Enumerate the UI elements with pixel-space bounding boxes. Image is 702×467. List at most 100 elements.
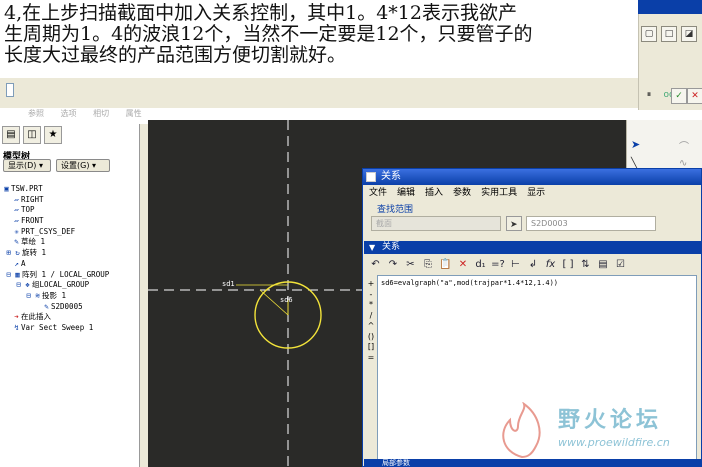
favorites-tab-icon[interactable]: ★	[44, 126, 62, 144]
dimension-sd1[interactable]: sd1	[222, 280, 235, 288]
operator-multiply[interactable]: *	[365, 300, 377, 311]
tree-item[interactable]: ⊟ ≋ 投影 1	[2, 291, 138, 302]
operator-column: + - * / ^ () [] =	[365, 279, 377, 363]
pattern-icon: ▦	[15, 269, 20, 279]
expand-icon[interactable]: ⊞	[4, 248, 13, 259]
operator-parens[interactable]: ()	[365, 332, 377, 343]
tree-item[interactable]: ✳ PRT_CSYS_DEF	[2, 227, 138, 238]
collapse-icon[interactable]: ⊟	[24, 291, 33, 302]
tree-item[interactable]: ▱ FRONT	[2, 216, 138, 227]
operator-brackets[interactable]: []	[365, 342, 377, 353]
operator-power[interactable]: ^	[365, 321, 377, 332]
delete-icon[interactable]: ✕	[455, 257, 472, 273]
sort-icon[interactable]: ⇅	[577, 257, 594, 273]
function-icon[interactable]: fx	[542, 257, 559, 273]
menu-file[interactable]: 文件	[369, 188, 387, 198]
evaluate-icon[interactable]: =?	[490, 257, 507, 273]
part-icon: ▣	[4, 184, 9, 193]
copy-icon[interactable]: ⎘	[420, 257, 437, 273]
confirm-check-icon[interactable]: ✓	[671, 88, 687, 104]
menu-parameters[interactable]: 参数	[453, 188, 471, 198]
settings-dropdown[interactable]: 设置(G) ▾	[56, 159, 110, 172]
insert-here-icon: ➔	[14, 312, 19, 322]
sweep-icon: ↯	[14, 322, 19, 332]
tree-item[interactable]: ▱ TOP	[2, 205, 138, 216]
arc-icon[interactable]: ⌒	[679, 138, 689, 153]
menu-insert[interactable]: 插入	[425, 188, 443, 198]
dimension-sd6[interactable]: sd6	[280, 296, 293, 304]
toolbar-button[interactable]: □	[661, 26, 677, 42]
model-tree-tab-icon[interactable]: ▤	[2, 126, 20, 144]
navigator-tabs: ▤ ◫ ★	[2, 126, 65, 146]
tab-references[interactable]: 参照	[28, 109, 44, 118]
tree-item[interactable]: ✎ S2D0005	[2, 302, 138, 313]
top-right-toolbar: ▢ □ ◪ ⏸ oo ✓ ✕	[638, 14, 702, 110]
datum-plane-icon: ▱	[14, 194, 19, 204]
select-pointer-icon[interactable]: ➤	[506, 216, 522, 231]
sketch-icon: ✎	[14, 237, 19, 247]
tree-item[interactable]: ⊟ ▦ 阵列 1 / LOCAL_GROUP	[2, 270, 138, 281]
dashboard-input[interactable]	[6, 83, 14, 97]
checkbox-icon[interactable]: ☑	[612, 257, 629, 273]
scope-field[interactable]: S2D0003	[526, 216, 656, 231]
insert-function-icon[interactable]: ↲	[525, 257, 542, 273]
menu-utilities[interactable]: 实用工具	[481, 188, 517, 198]
model-tree-panel: ▤ ◫ ★ 模型树 显示(D) ▾ 设置(G) ▾ ▣ TSW.PRT ▱ RIGHT …	[0, 124, 140, 467]
watermark-name: 野火论坛	[558, 408, 663, 433]
select-arrow-icon[interactable]: ➤	[631, 138, 640, 151]
dashboard-strip	[0, 78, 638, 108]
cut-icon[interactable]: ✂	[402, 257, 419, 273]
csys-icon: ✳	[14, 226, 19, 236]
operator-divide[interactable]: /	[365, 311, 377, 322]
pause-icon[interactable]: ⏸	[641, 88, 657, 104]
tree-item[interactable]: ▱ RIGHT	[2, 195, 138, 206]
folder-browser-tab-icon[interactable]: ◫	[23, 126, 41, 144]
switch-dimensions-icon[interactable]: d₁	[472, 257, 489, 273]
group-icon: ❖	[25, 280, 30, 290]
toolbar-button[interactable]: ◪	[681, 26, 697, 42]
tree-item[interactable]: ↯ Var Sect Sweep 1	[2, 323, 138, 334]
collapse-icon[interactable]: ⊟	[14, 280, 23, 291]
watermark-url: www.proewildfire.cn	[558, 436, 670, 449]
tree-item[interactable]: ▣ TSW.PRT	[2, 184, 138, 195]
tab-properties[interactable]: 属性	[126, 109, 142, 118]
panel-splitter[interactable]	[140, 124, 148, 467]
forum-watermark: 野火论坛 www.proewildfire.cn	[488, 398, 702, 467]
tab-options[interactable]: 选项	[61, 109, 77, 118]
show-dimension-icon[interactable]: ⊢	[507, 257, 524, 273]
operator-minus[interactable]: -	[365, 290, 377, 301]
dialog-icon	[366, 172, 376, 182]
tree-item[interactable]: ⊟ ❖ 组LOCAL_GROUP	[2, 280, 138, 291]
tree-item[interactable]: ✎ 草绘 1	[2, 237, 138, 248]
datum-axis-icon: ↗	[14, 258, 19, 268]
operator-equals[interactable]: =	[365, 353, 377, 364]
caption-line-2: 生周期为1。4的波浪12个，当然不一定要是12个，只要管子的	[4, 23, 533, 45]
flame-logo-icon	[502, 402, 541, 459]
sketch-feature-icon: ✎	[44, 301, 49, 311]
toolbar-button[interactable]: ▢	[641, 26, 657, 42]
lookup-scope-label: 查找范围	[377, 205, 414, 215]
tree-item[interactable]: ↗ A	[2, 259, 138, 270]
collapse-icon[interactable]: ⊟	[4, 270, 13, 281]
tree-item[interactable]: ⊞ ↻ 旋转 1	[2, 248, 138, 259]
tree-item[interactable]: ➔ 在此插入	[2, 312, 138, 323]
show-dropdown[interactable]: 显示(D) ▾	[3, 159, 51, 172]
cancel-x-icon[interactable]: ✕	[687, 88, 702, 104]
verify-icon[interactable]: ▤	[595, 257, 612, 273]
undo-icon[interactable]: ↶	[367, 257, 384, 273]
dialog-titlebar: 关系	[363, 169, 701, 185]
dialog-menubar: 文件 编辑 插入 参数 实用工具 显示	[363, 186, 701, 200]
redo-icon[interactable]: ↷	[385, 257, 402, 273]
tutorial-caption: 4,在上步扫描截面中加入关系控制，其中1。4*12表示我欲产 生周期为1。4的波浪…	[0, 0, 638, 78]
relations-section-header[interactable]: ▼ 关系	[364, 241, 701, 254]
caption-line-1: 4,在上步扫描截面中加入关系控制，其中1。4*12表示我欲产	[4, 2, 517, 24]
operator-plus[interactable]: +	[365, 279, 377, 290]
paste-icon[interactable]: 📋	[437, 257, 454, 273]
menu-edit[interactable]: 编辑	[397, 188, 415, 198]
menu-show[interactable]: 显示	[527, 188, 545, 198]
insert-parameter-icon[interactable]: [ ]	[560, 257, 577, 273]
tab-tangency[interactable]: 相切	[93, 109, 109, 118]
relation-line[interactable]: sd6=evalgraph("a",mod(trajpar*1.4*12,1.4…	[381, 279, 693, 287]
projection-icon: ≋	[35, 290, 40, 300]
scope-select[interactable]: 截面	[371, 216, 501, 231]
